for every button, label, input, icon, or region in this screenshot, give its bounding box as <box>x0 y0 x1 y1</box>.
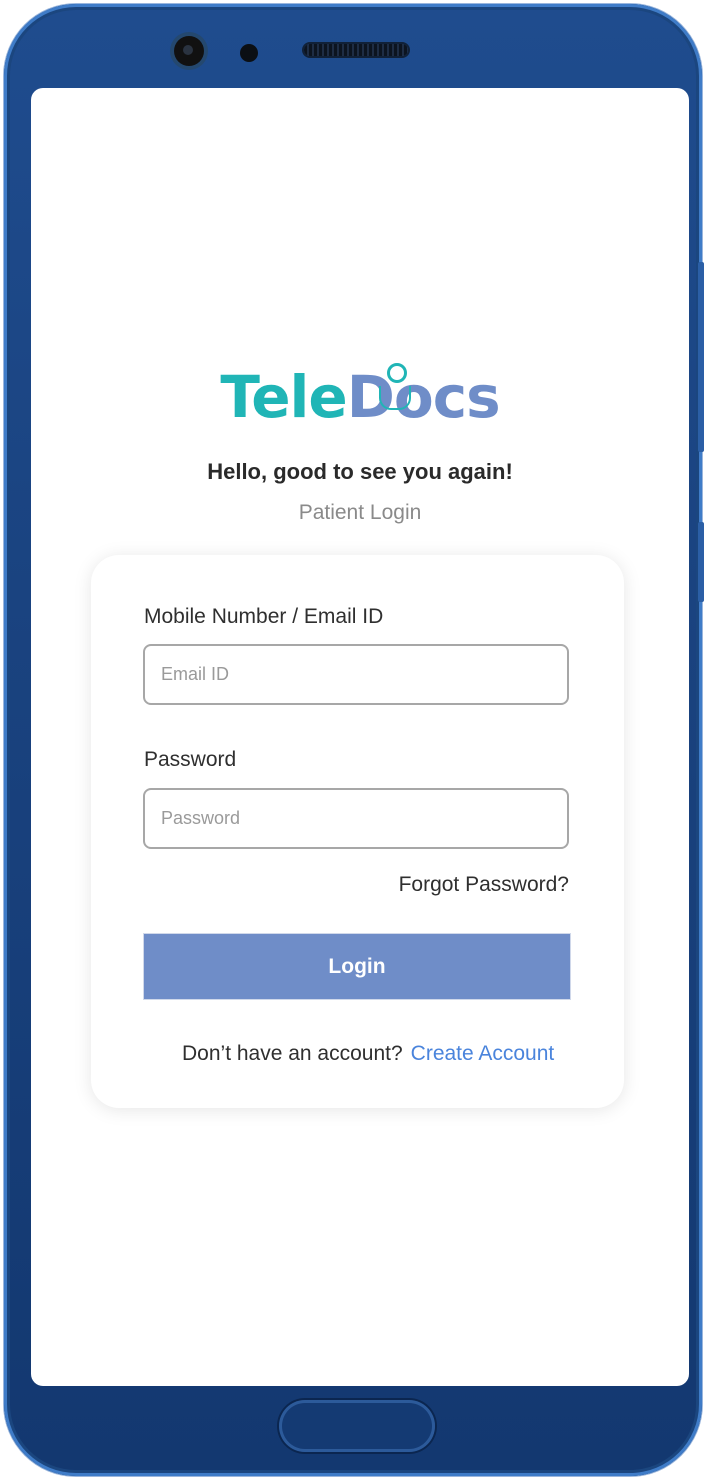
phone-frame: TeleDocs Hello, good to see you again! P… <box>4 4 704 1476</box>
app-screen: TeleDocs Hello, good to see you again! P… <box>31 88 689 1386</box>
email-label: Mobile Number / Email ID <box>144 605 384 628</box>
login-subtitle: Patient Login <box>298 501 422 524</box>
email-input[interactable] <box>143 644 569 705</box>
stethoscope-icon <box>387 363 407 383</box>
app-logo: TeleDocs <box>31 368 689 426</box>
stethoscope-tube <box>379 386 411 410</box>
login-button[interactable]: Login <box>143 933 571 1000</box>
home-button[interactable] <box>279 1400 435 1452</box>
camera-icon <box>174 36 204 66</box>
forgot-password-link[interactable]: Forgot Password? <box>399 873 569 897</box>
power-button <box>698 522 704 602</box>
greeting-heading: Hello, good to see you again! <box>207 459 513 484</box>
password-input[interactable] <box>143 788 569 849</box>
no-account-text: Don’t have an account? <box>182 1042 403 1065</box>
sensor-dot <box>240 44 258 62</box>
logo-tele: Tele <box>220 363 347 431</box>
volume-button <box>698 262 704 452</box>
signup-prompt: Don’t have an account? Create Account <box>182 1042 554 1066</box>
login-card: Mobile Number / Email ID Password Forgot… <box>91 555 624 1108</box>
create-account-link[interactable]: Create Account <box>411 1042 555 1065</box>
earpiece-speaker <box>304 44 408 56</box>
logo-docs: Docs <box>346 363 501 431</box>
password-label: Password <box>144 748 237 771</box>
